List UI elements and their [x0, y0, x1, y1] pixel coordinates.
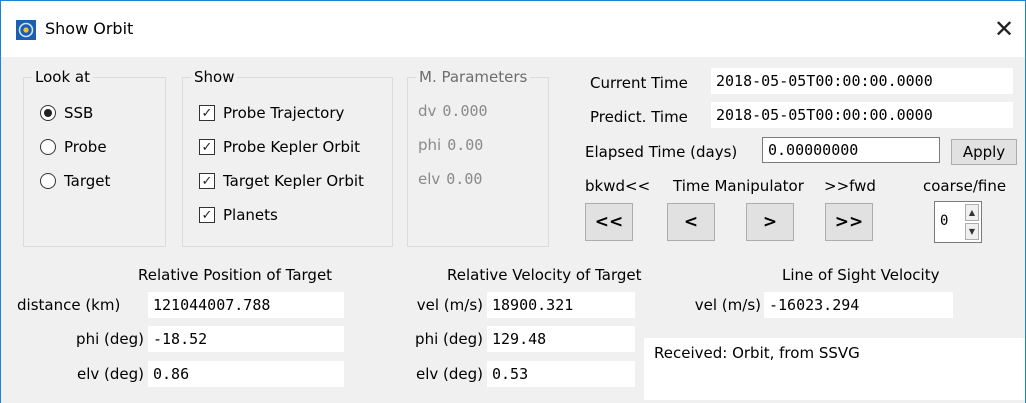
- radio-target[interactable]: Target: [40, 172, 110, 190]
- fwd-label: >>fwd: [824, 177, 876, 195]
- position-phi-label: phi (deg): [76, 330, 144, 348]
- velocity-elv-label: elv (deg): [415, 365, 483, 383]
- checkbox-label: Probe Trajectory: [223, 104, 345, 122]
- checkbox-label: Planets: [223, 206, 278, 224]
- velocity-elv-field: 0.53: [487, 361, 635, 387]
- radio-icon[interactable]: [40, 173, 56, 189]
- checkbox-target-kepler-orbit[interactable]: ✓ Target Kepler Orbit: [199, 172, 364, 190]
- position-phi-field: -18.52: [148, 326, 344, 352]
- predict-time-field: 2018-05-05T00:00:00.0000: [711, 102, 1013, 128]
- predict-time-label: Predict. Time: [590, 108, 688, 126]
- m-parameters-title: M. Parameters: [416, 68, 531, 86]
- line-of-sight-vel-field: -16023.294: [764, 292, 953, 318]
- position-elv-label: elv (deg): [76, 365, 144, 383]
- radio-probe[interactable]: Probe: [40, 138, 107, 156]
- fast-forward-button[interactable]: >>: [825, 203, 873, 241]
- line-of-sight-vel-label: vel (m/s): [694, 296, 761, 314]
- look-at-title: Look at: [32, 68, 93, 86]
- radio-label: Probe: [64, 138, 107, 156]
- checkbox-checked-icon[interactable]: ✓: [199, 139, 215, 155]
- checkbox-label: Target Kepler Orbit: [223, 172, 364, 190]
- velocity-vel-label: vel (m/s): [416, 296, 483, 314]
- step-backward-button[interactable]: <: [667, 203, 715, 241]
- checkbox-probe-kepler-orbit[interactable]: ✓ Probe Kepler Orbit: [199, 138, 360, 156]
- elapsed-time-label: Elapsed Time (days): [585, 143, 738, 161]
- radio-selected-dot: [44, 109, 52, 117]
- title-bar[interactable]: Show Orbit ✕: [1, 1, 1025, 57]
- velocity-vel-field: 18900.321: [487, 292, 635, 318]
- time-manipulator-label: Time Manipulator: [673, 177, 804, 195]
- apply-button[interactable]: Apply: [951, 139, 1017, 165]
- spin-up-icon[interactable]: ▲: [965, 204, 979, 221]
- checkbox-probe-trajectory[interactable]: ✓ Probe Trajectory: [199, 104, 344, 122]
- stepper-value: 0: [940, 213, 949, 229]
- close-icon[interactable]: ✕: [991, 17, 1017, 43]
- radio-icon[interactable]: [40, 139, 56, 155]
- look-at-group: Look at SSB Probe Target: [23, 68, 166, 247]
- client-area: Look at SSB Probe Target Show ✓ Probe Tr…: [1, 57, 1025, 403]
- checkbox-planets[interactable]: ✓ Planets: [199, 206, 278, 224]
- velocity-phi-field: 129.48: [487, 326, 635, 352]
- spin-down-icon[interactable]: ▼: [965, 223, 979, 240]
- position-elv-field: 0.86: [148, 361, 344, 387]
- m-parameters-group: M. Parameters dv 0.000 phi 0.00 elv 0.00: [407, 68, 549, 247]
- bkwd-label: bkwd<<: [585, 177, 651, 195]
- current-time-label: Current Time: [590, 74, 688, 92]
- coarse-fine-label: coarse/fine: [923, 177, 1007, 195]
- line-of-sight-title: Line of Sight Velocity: [782, 266, 940, 284]
- show-orbit-window: Show Orbit ✕ Look at SSB Probe Target Sh…: [0, 0, 1026, 403]
- checkbox-checked-icon[interactable]: ✓: [199, 105, 215, 121]
- param-label: phi: [418, 136, 442, 154]
- radio-ssb[interactable]: SSB: [40, 104, 93, 122]
- distance-field: 121044007.788: [148, 292, 344, 318]
- param-label: elv: [418, 170, 441, 188]
- param-phi: phi 0.00: [418, 136, 483, 154]
- param-value: 0.00: [447, 136, 484, 154]
- status-message-box: Received: Orbit, from SSVG: [644, 338, 1025, 400]
- relative-velocity-title: Relative Velocity of Target: [447, 266, 642, 284]
- param-label: dv: [418, 102, 437, 120]
- checkbox-checked-icon[interactable]: ✓: [199, 173, 215, 189]
- velocity-phi-label: phi (deg): [415, 330, 483, 348]
- distance-label: distance (km): [17, 296, 121, 314]
- param-elv: elv 0.00: [418, 170, 482, 188]
- radio-icon[interactable]: [40, 105, 56, 121]
- radio-label: SSB: [64, 104, 94, 122]
- relative-position-title: Relative Position of Target: [138, 266, 333, 284]
- checkbox-checked-icon[interactable]: ✓: [199, 207, 215, 223]
- elapsed-time-input[interactable]: 0.00000000: [762, 137, 940, 163]
- app-icon: [16, 20, 36, 40]
- show-title: Show: [191, 68, 238, 86]
- param-value: 0.000: [442, 102, 488, 120]
- radio-label: Target: [64, 172, 111, 190]
- show-group: Show ✓ Probe Trajectory ✓ Probe Kepler O…: [182, 68, 393, 247]
- step-forward-button[interactable]: >: [746, 203, 794, 241]
- fast-backward-button[interactable]: <<: [585, 203, 633, 241]
- param-dv: dv 0.000: [418, 102, 488, 120]
- param-value: 0.00: [446, 170, 483, 188]
- window-title: Show Orbit: [45, 19, 134, 38]
- status-message: Received: Orbit, from SSVG: [654, 344, 860, 362]
- coarse-fine-stepper[interactable]: 0 ▲ ▼: [934, 201, 982, 243]
- current-time-field: 2018-05-05T00:00:00.0000: [711, 68, 1013, 94]
- checkbox-label: Probe Kepler Orbit: [223, 138, 361, 156]
